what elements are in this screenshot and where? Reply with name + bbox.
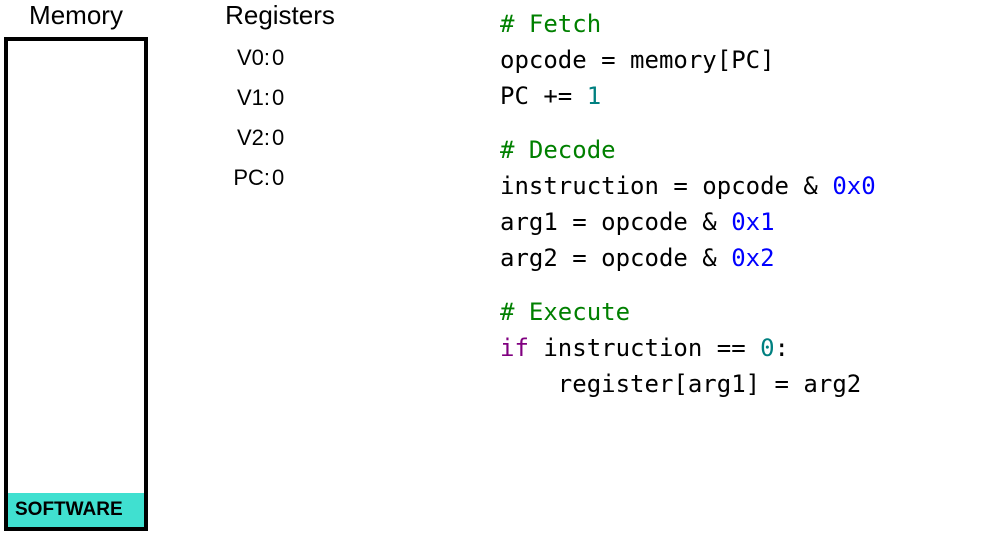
register-value: 0 <box>272 85 284 111</box>
code-text: : <box>775 334 789 362</box>
register-row: V2: 0 <box>200 125 360 151</box>
register-name: V1: <box>232 85 270 111</box>
register-name: V2: <box>232 125 270 151</box>
blank-line <box>500 276 998 294</box>
code-hex: 0x1 <box>731 208 774 236</box>
code-number: 0 <box>760 334 774 362</box>
code-section: # Fetch opcode = memory[PC] PC += 1 # De… <box>500 6 998 402</box>
register-value: 0 <box>272 125 284 151</box>
code-text: arg2 = opcode & <box>500 244 731 272</box>
memory-title: Memory <box>4 0 148 31</box>
code-text: arg1 = opcode & <box>500 208 731 236</box>
register-row: V0: 0 <box>200 45 360 71</box>
software-block: SOFTWARE <box>8 493 144 527</box>
code-comment: # Decode <box>500 136 616 164</box>
register-name: PC: <box>232 165 270 191</box>
register-value: 0 <box>272 45 284 71</box>
code-hex: 0x2 <box>731 244 774 272</box>
memory-box: SOFTWARE <box>4 37 148 531</box>
code-text: PC += <box>500 82 587 110</box>
software-label: SOFTWARE <box>15 499 123 521</box>
code-comment: # Execute <box>500 298 630 326</box>
register-row: V1: 0 <box>200 85 360 111</box>
blank-line <box>500 114 998 132</box>
code-hex: 0x0 <box>832 172 875 200</box>
register-name: V0: <box>232 45 270 71</box>
code-number: 1 <box>587 82 601 110</box>
code-text: register[arg1] = arg2 <box>500 370 861 398</box>
registers-section: Registers V0: 0 V1: 0 V2: 0 PC: 0 <box>200 0 360 205</box>
code-text: instruction = opcode & <box>500 172 832 200</box>
registers-title: Registers <box>200 0 360 31</box>
register-row: PC: 0 <box>200 165 360 191</box>
code-keyword: if <box>500 334 529 362</box>
code-text: opcode = memory[PC] <box>500 46 775 74</box>
register-value: 0 <box>272 165 284 191</box>
code-text: instruction == <box>529 334 760 362</box>
memory-section: Memory SOFTWARE <box>4 0 148 531</box>
code-comment: # Fetch <box>500 10 601 38</box>
